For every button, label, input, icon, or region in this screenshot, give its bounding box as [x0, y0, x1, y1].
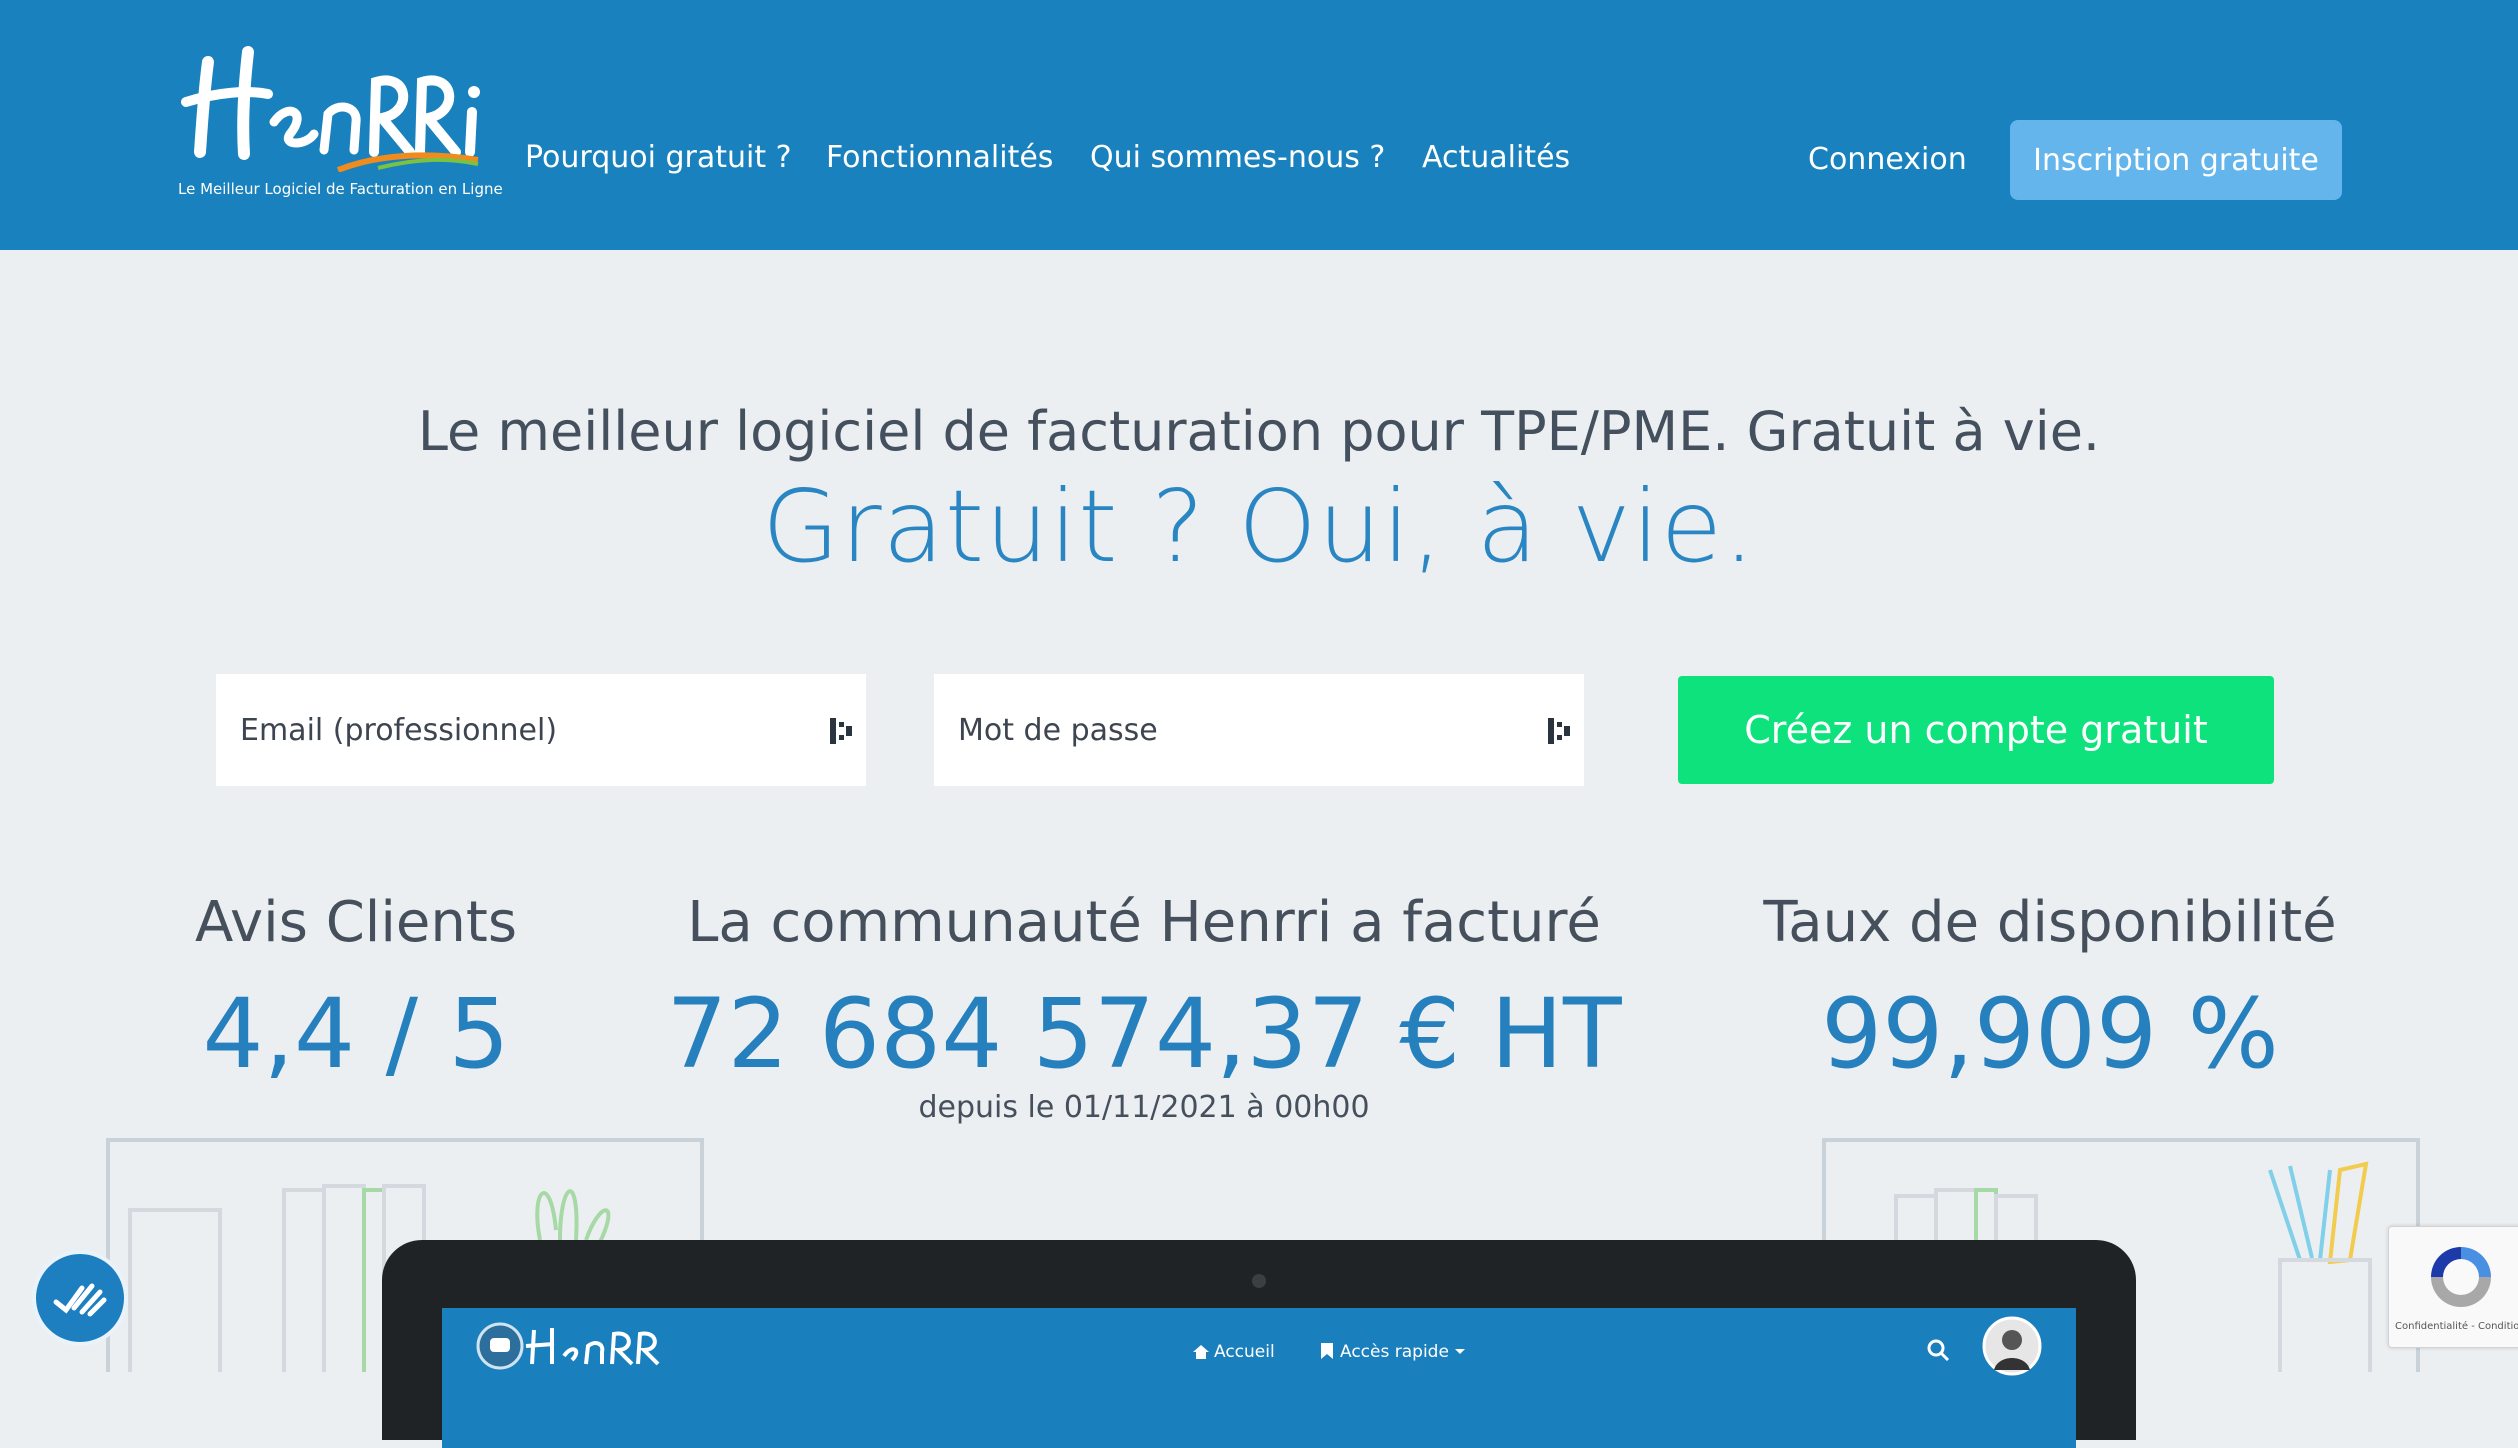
reviews-label: Avis Clients [195, 890, 517, 955]
henrri-app-logo-icon [476, 1322, 660, 1370]
laptop-camera [1252, 1274, 1266, 1288]
recaptcha-links[interactable]: Confidentialité - Conditions [2395, 1321, 2518, 1332]
double-check-icon [53, 1283, 107, 1317]
chevron-down-icon [1455, 1349, 1465, 1354]
recaptcha-icon [2431, 1247, 2491, 1307]
create-account-button[interactable]: Créez un compte gratuit [1678, 676, 2274, 784]
reviews-value: 4,4 / 5 [202, 978, 510, 1090]
billed-label: La communauté Henrri a facturé [687, 890, 1601, 955]
henrri-wordmark-icon [181, 46, 480, 173]
password-input[interactable] [956, 711, 1540, 749]
home-icon [1193, 1345, 1209, 1359]
nav-fonctionnalites[interactable]: Fonctionnalités [826, 138, 1053, 178]
nav-actualites[interactable]: Actualités [1422, 138, 1570, 178]
billed-since: depuis le 01/11/2021 à 00h00 [918, 1090, 1370, 1125]
avatar [1982, 1316, 2042, 1376]
uptime-label: Taux de disponibilité [1763, 890, 2337, 955]
nav-qui-sommes-nous[interactable]: Qui sommes-nous ? [1090, 138, 1385, 178]
hero-title: Gratuit ? Oui, à vie. [762, 468, 1756, 585]
billed-value: 72 684 574,37 € HT [666, 978, 1622, 1090]
site-header: Le Meilleur Logiciel de Facturation en L… [0, 0, 2518, 250]
henrri-logo[interactable]: Le Meilleur Logiciel de Facturation en L… [178, 42, 503, 202]
chat-widget-button[interactable] [32, 1250, 128, 1346]
password-field[interactable] [934, 674, 1584, 786]
signup-button[interactable]: Inscription gratuite [2010, 120, 2342, 200]
email-field[interactable] [216, 674, 866, 786]
search-icon [1927, 1339, 1950, 1362]
nav-pourquoi-gratuit[interactable]: Pourquoi gratuit ? [525, 138, 792, 178]
login-link[interactable]: Connexion [1808, 140, 1967, 180]
app-nav-quick-access: Accès rapide [1340, 1342, 1449, 1362]
password-manager-icon[interactable] [1546, 716, 1574, 746]
app-preview-screen: Accueil Accès rapide [442, 1308, 2076, 1448]
uptime-value: 99,909 % [1821, 978, 2279, 1090]
email-input[interactable] [238, 711, 822, 749]
hero-subtitle: Le meilleur logiciel de facturation pour… [417, 400, 2101, 463]
password-manager-icon[interactable] [828, 716, 856, 746]
laptop-mockup: Accueil Accès rapide [382, 1240, 2136, 1448]
bookmark-icon [1321, 1343, 1333, 1359]
recaptcha-badge[interactable]: Confidentialité - Conditions [2388, 1226, 2518, 1348]
logo-tagline: Le Meilleur Logiciel de Facturation en L… [178, 180, 503, 198]
app-nav-home: Accueil [1214, 1342, 1275, 1362]
